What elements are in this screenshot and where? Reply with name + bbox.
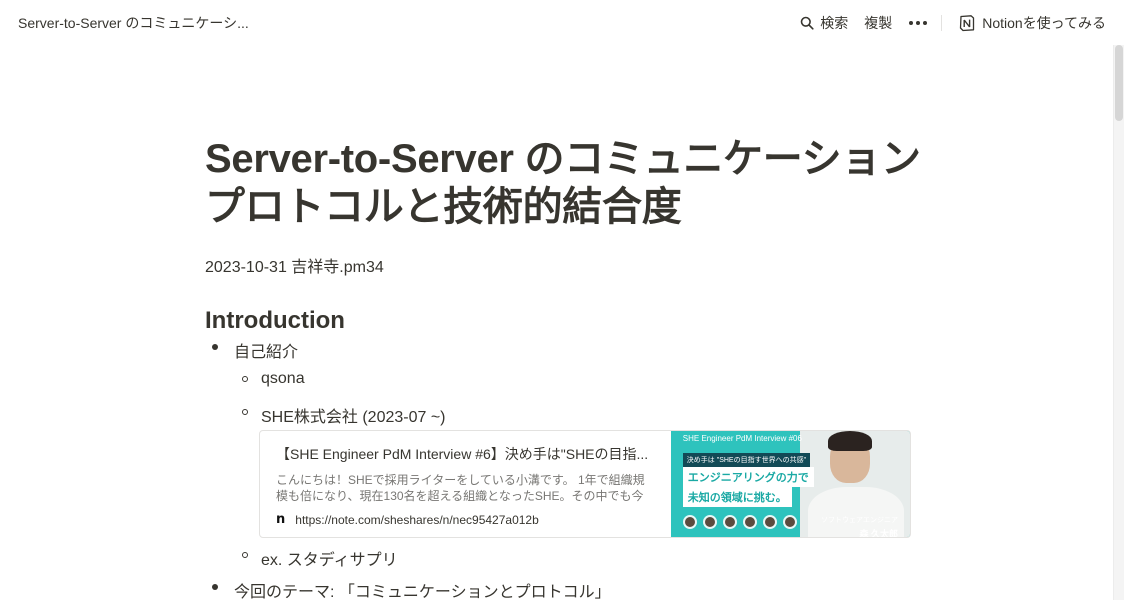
list-item: SHE株式会社 (2023-07 ~) — [261, 409, 446, 426]
avatar — [762, 515, 777, 529]
sub-bullet-icon — [242, 552, 248, 558]
duplicate-label: 複製 — [864, 14, 893, 31]
sub-bullet-icon — [242, 409, 248, 415]
person-hair — [828, 431, 872, 451]
note-logo-icon: n — [276, 512, 286, 527]
list-item: 今回のテーマ: 「コミュニケーションとプロトコル」 — [234, 584, 611, 600]
notion-logo-icon — [960, 14, 975, 31]
bullet-icon — [212, 344, 218, 350]
more-dot-icon — [923, 20, 928, 25]
bookmark-url-row: n https://note.com/sheshares/n/nec95427a… — [276, 512, 655, 527]
search-icon — [800, 16, 814, 30]
sub-bullet-icon — [242, 376, 248, 382]
thumbnail-faces — [682, 515, 803, 529]
search-button[interactable]: 検索 — [800, 9, 848, 37]
bookmark-thumbnail: SHE Engineer PdM Interview #06 決め手は "SHE… — [670, 431, 910, 538]
divider — [941, 14, 943, 31]
thumbnail-headline: 未知の領域に挑む。 — [682, 487, 792, 507]
bullet-icon — [212, 584, 218, 590]
thumbnail-headline: エンジニアリングの力で — [682, 467, 814, 487]
more-options-button[interactable] — [907, 9, 929, 37]
list-item: ex. スタディサプリ — [261, 552, 398, 569]
list-item: 自己紹介 — [234, 344, 299, 361]
search-label: 検索 — [820, 14, 849, 31]
try-notion-label: Notionを使ってみる — [982, 14, 1106, 31]
bookmark-description: こんにちは！SHEで採用ライターをしている小溝です。 1年で組織規模も倍になり、… — [276, 473, 645, 503]
bookmark-title: 【SHE Engineer PdM Interview #6】決め手は"SHEの… — [276, 446, 649, 462]
page-breadcrumb[interactable]: Server-to-Server のコミュニケーシ... — [18, 13, 249, 33]
avatar — [722, 515, 737, 529]
duplicate-button[interactable]: 複製 — [864, 9, 892, 37]
avatar — [682, 515, 697, 529]
top-actions: 検索 複製 Notionを使ってみる — [800, 0, 1106, 45]
thumbnail-subtitle: 決め手は "SHEの目指す世界への共感" — [682, 453, 811, 467]
scrollbar[interactable] — [1113, 45, 1124, 600]
page-content: Server-to-Server のコミュニケーションプロトコルと技術的結合度 … — [205, 135, 925, 335]
thumbnail-name: 森 久太郎 — [859, 529, 898, 538]
bookmark-card[interactable]: 【SHE Engineer PdM Interview #6】決め手は"SHEの… — [259, 430, 911, 538]
avatar — [742, 515, 757, 529]
thumbnail-caption: ソフトウェアエンジニア — [821, 517, 898, 524]
try-notion-button[interactable]: Notionを使ってみる — [958, 9, 1106, 37]
topbar: Server-to-Server のコミュニケーシ... 検索 複製 Notio… — [0, 0, 1124, 45]
list-item: qsona — [261, 370, 305, 387]
more-dot-icon — [909, 20, 914, 25]
scrollbar-thumb[interactable] — [1115, 45, 1123, 121]
bookmark-url: https://note.com/sheshares/n/nec95427a01… — [295, 512, 539, 527]
avatar — [782, 515, 797, 529]
section-heading: Introduction — [205, 307, 345, 334]
page-title: Server-to-Server のコミュニケーションプロトコルと技術的結合度 — [205, 137, 921, 229]
bookmark-text: 【SHE Engineer PdM Interview #6】決め手は"SHEの… — [260, 431, 671, 537]
page-meta: 2023-10-31 吉祥寺.pm34 — [205, 259, 384, 276]
thumbnail-tag: SHE Engineer PdM Interview #06 — [682, 434, 802, 443]
avatar — [702, 515, 717, 529]
more-dot-icon — [916, 20, 921, 25]
